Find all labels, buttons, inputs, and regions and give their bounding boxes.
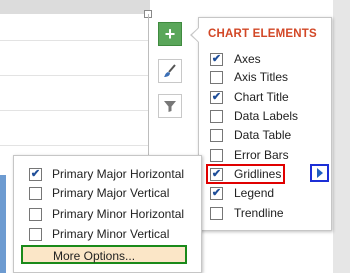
plus-icon: + [164, 23, 176, 44]
checkbox[interactable]: ✔ [210, 186, 223, 200]
element-label: Trendline [234, 206, 284, 220]
checkbox[interactable] [29, 207, 42, 221]
chart-elements-button[interactable]: + [158, 22, 182, 46]
more-options-label: More Options... [53, 249, 136, 263]
paintbrush-icon [164, 64, 176, 77]
chart-gridline [0, 110, 148, 111]
element-label: Axis Titles [234, 70, 289, 84]
chart-elements-panel: CHART ELEMENTS ✔ Axes Axis Titles ✔ Char… [198, 17, 332, 231]
element-item-axes[interactable]: ✔ Axes [210, 50, 261, 68]
submenu-item-primary-minor-horizontal[interactable]: Primary Minor Horizontal [29, 205, 184, 223]
chart-title-bar [0, 0, 150, 14]
element-label: Error Bars [234, 148, 289, 162]
submenu-item-primary-major-vertical[interactable]: Primary Major Vertical [29, 184, 169, 202]
gridlines-submenu-arrow-button[interactable] [310, 164, 329, 182]
chart-gridline [0, 75, 148, 76]
submenu-label: Primary Minor Vertical [52, 227, 170, 241]
submenu-label: Primary Minor Horizontal [52, 207, 185, 221]
caret-right-icon [316, 168, 323, 178]
checkmark-icon: ✔ [211, 186, 222, 199]
element-item-axis-titles[interactable]: Axis Titles [210, 68, 288, 86]
submenu-label: Primary Major Vertical [52, 186, 170, 200]
element-label: Axes [234, 52, 261, 66]
element-label: Legend [234, 186, 275, 200]
element-item-data-table[interactable]: Data Table [210, 126, 291, 144]
chart-filters-button[interactable] [158, 94, 182, 118]
submenu-label: Primary Major Horizontal [52, 167, 185, 181]
more-options-item[interactable]: More Options... [21, 245, 187, 264]
checkbox[interactable] [210, 206, 223, 220]
chart-bar[interactable] [0, 175, 6, 273]
checkbox[interactable] [210, 148, 223, 162]
chart-gridline [0, 40, 148, 41]
submenu-item-primary-major-horizontal[interactable]: ✔ Primary Major Horizontal [29, 165, 184, 183]
element-item-error-bars[interactable]: Error Bars [210, 146, 289, 164]
checkbox[interactable]: ✔ [29, 167, 42, 181]
checkbox[interactable] [210, 109, 223, 123]
checkbox[interactable] [29, 186, 42, 200]
gridlines-highlight-box [206, 164, 285, 184]
element-item-data-labels[interactable]: Data Labels [210, 107, 298, 125]
panel-pointer-inner [192, 28, 199, 42]
funnel-icon [164, 101, 176, 112]
checkbox[interactable]: ✔ [210, 52, 223, 66]
element-label: Data Labels [234, 109, 299, 123]
element-item-chart-title[interactable]: ✔ Chart Title [210, 88, 289, 106]
checkbox[interactable] [210, 128, 223, 142]
chart-styles-button[interactable] [158, 59, 182, 83]
scrollbar[interactable] [333, 0, 350, 273]
panel-title: CHART ELEMENTS [208, 28, 317, 40]
checkbox[interactable] [29, 227, 42, 241]
checkbox[interactable]: ✔ [210, 90, 223, 104]
checkmark-icon: ✔ [211, 90, 222, 103]
element-item-legend[interactable]: ✔ Legend [210, 184, 274, 202]
element-item-trendline[interactable]: Trendline [210, 204, 284, 222]
chart-gridline [0, 145, 148, 146]
checkmark-icon: ✔ [30, 167, 41, 180]
checkmark-icon: ✔ [211, 52, 222, 65]
element-label: Chart Title [234, 90, 289, 104]
checkbox[interactable] [210, 70, 223, 84]
submenu-item-primary-minor-vertical[interactable]: Primary Minor Vertical [29, 225, 169, 243]
element-label: Data Table [234, 128, 292, 142]
